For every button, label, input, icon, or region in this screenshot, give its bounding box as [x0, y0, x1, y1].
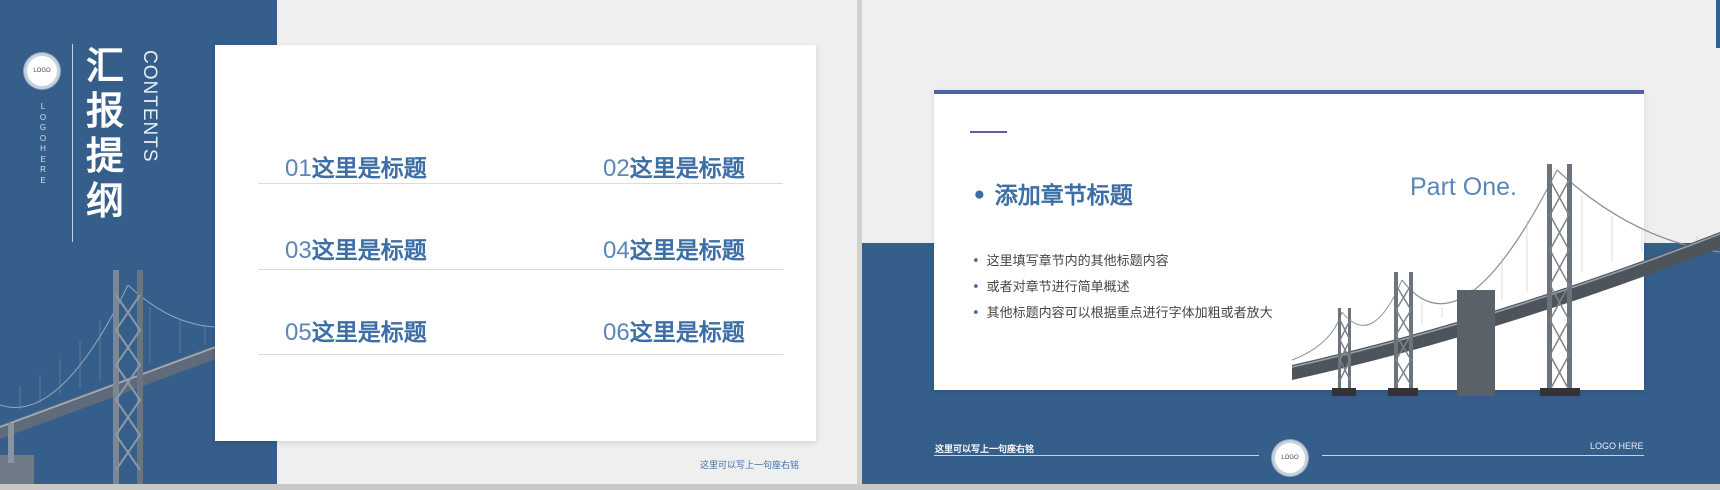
footer-line-right: [1322, 455, 1644, 456]
bullet-item: 其他标题内容可以根据重点进行字体加粗或者放大: [972, 301, 1273, 327]
page-title: 汇 报 提 纲: [86, 44, 132, 224]
toc-number: 03: [285, 237, 312, 264]
title-char: 汇: [86, 44, 125, 88]
vertical-logo-letter: O: [39, 112, 47, 122]
title-char: 提: [86, 134, 125, 178]
toc-text: 这里是标题: [311, 156, 427, 182]
title-char: 纲: [86, 179, 125, 223]
title-char: 报: [86, 89, 125, 133]
footer-line-left: [934, 455, 1259, 456]
toc-text: 这里是标题: [311, 320, 427, 346]
next-slide-edge: [1716, 0, 1720, 48]
toc-number: 01: [285, 155, 312, 182]
sidebar-divider: [72, 44, 73, 242]
motto-text: 这里可以写上一句座右铭: [935, 445, 1035, 455]
toc-text: 这里是标题: [629, 238, 745, 264]
toc-number: 06: [603, 319, 630, 346]
toc-divider: [258, 183, 783, 184]
logo-text: LOGO: [33, 68, 51, 74]
vertical-logo-letter: E: [40, 175, 46, 185]
toc-number: 05: [285, 319, 312, 346]
toc-item-6[interactable]: 06这里是标题: [603, 313, 745, 347]
contents-text: CONTENTS: [139, 50, 160, 163]
section-title: • 添加章节标题: [972, 183, 1133, 209]
contents-label: CONTENTS: [139, 50, 160, 170]
bridge-illustration: [1292, 164, 1720, 396]
slide-section[interactable]: • 添加章节标题 Part One. 这里填写章节内的其他标题内容 或者对章节进…: [862, 0, 1720, 484]
bullet-item: 或者对章节进行简单概述: [972, 275, 1273, 301]
vertical-logo-letter: G: [39, 123, 47, 132]
bottom-strip: [0, 484, 1720, 490]
logo-text: LOGO: [1281, 455, 1299, 461]
card-top-bar: [934, 90, 1644, 94]
bullet-item: 这里填写章节内的其他标题内容: [972, 249, 1273, 275]
vertical-logo-letter: R: [40, 165, 46, 174]
toc-item-2[interactable]: 02这里是标题: [603, 149, 745, 183]
logo-badge: LOGO: [1272, 440, 1308, 476]
vertical-logo-letter: H: [40, 144, 46, 153]
vertical-logo-letter: O: [39, 133, 47, 143]
bullet-list: 这里填写章节内的其他标题内容 或者对章节进行简单概述 其他标题内容可以根据重点进…: [972, 249, 1273, 327]
toc-text: 这里是标题: [629, 156, 745, 182]
toc-divider: [258, 269, 783, 270]
toc-card: 01这里是标题 02这里是标题 03这里是标题 04这里是标题 05这里是标题 …: [215, 45, 816, 441]
slide-contents[interactable]: LOGO LOGOHERE 汇 报 提 纲 CONTENTS 01这里是标题 0…: [0, 0, 857, 484]
accent-line: [970, 131, 1007, 133]
toc-item-3[interactable]: 03这里是标题: [285, 231, 427, 265]
toc-item-5[interactable]: 05这里是标题: [285, 313, 427, 347]
toc-text: 这里是标题: [311, 238, 427, 264]
vertical-logo-letter: E: [40, 154, 46, 164]
toc-item-4[interactable]: 04这里是标题: [603, 231, 745, 265]
toc-item-1[interactable]: 01这里是标题: [285, 149, 427, 183]
bridge-illustration: [0, 270, 216, 484]
logo-badge: LOGO: [24, 53, 60, 89]
logo-here-text: LOGO HERE: [1590, 441, 1644, 451]
motto-text: 这里可以写上一句座右铭: [700, 461, 800, 471]
toc-text: 这里是标题: [629, 320, 745, 346]
toc-number: 04: [603, 237, 630, 264]
vertical-logo-letter: L: [40, 102, 46, 111]
toc-number: 02: [603, 155, 630, 182]
toc-divider: [258, 354, 783, 355]
vertical-logo-text: LOGOHERE: [38, 102, 48, 186]
